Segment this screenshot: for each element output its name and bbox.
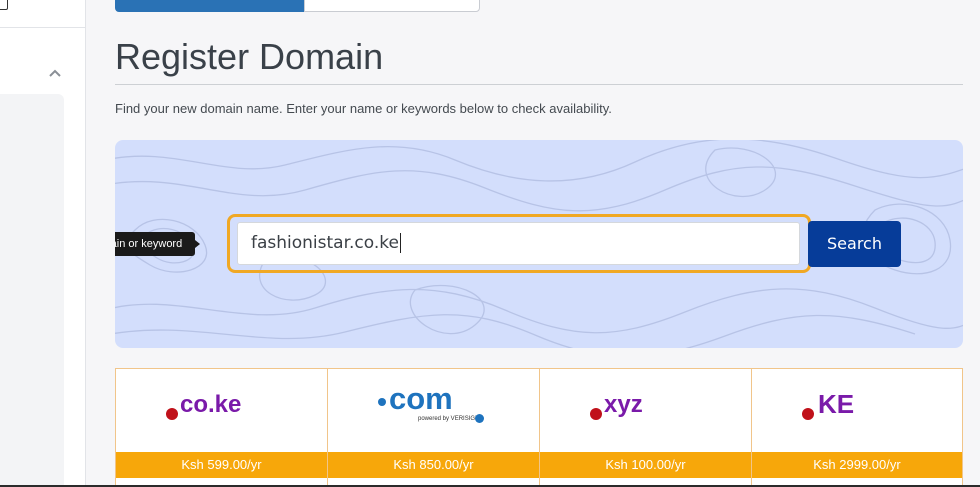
tld-label: co.ke: [180, 391, 242, 418]
domain-search-input[interactable]: fashionistar.co.ke: [237, 222, 800, 265]
tld-price: Ksh 599.00/yr: [116, 452, 327, 478]
tab-active[interactable]: [115, 0, 304, 12]
sidebar: [0, 0, 86, 487]
tld-dot-icon: [590, 408, 602, 420]
tld-dot-icon: [802, 408, 814, 420]
title-divider: [115, 84, 963, 85]
page-title: Register Domain: [115, 36, 384, 77]
tld-label: xyz: [604, 391, 643, 418]
checkbox-icon[interactable]: [0, 0, 8, 10]
tld-list: co.ke Ksh 599.00/yr com powered by VERIS…: [115, 368, 963, 487]
search-tooltip: Enter a domain or keyword: [115, 232, 200, 256]
tld-sublabel: powered by VERISIGN: [418, 416, 480, 422]
tld-label: com: [389, 381, 453, 416]
tab-group: [115, 0, 480, 12]
search-input-value: fashionistar.co.ke: [251, 233, 399, 253]
tld-dot-icon: [166, 408, 178, 420]
tld-dot-icon: [378, 398, 386, 406]
verisign-check-icon: [475, 414, 484, 423]
sidebar-topbar: [0, 0, 85, 28]
chevron-up-icon[interactable]: [48, 66, 62, 80]
main-content: Register Domain Find your new domain nam…: [86, 0, 980, 487]
tld-card-com[interactable]: com powered by VERISIGN Ksh 850.00/yr: [327, 368, 539, 487]
tld-card-xyz[interactable]: xyz Ksh 100.00/yr: [539, 368, 751, 487]
tld-label: KE: [818, 389, 855, 419]
tld-card-coke[interactable]: co.ke Ksh 599.00/yr: [115, 368, 327, 487]
tld-price: Ksh 2999.00/yr: [752, 452, 962, 478]
text-caret: [399, 233, 401, 253]
tld-logo-ke: KE: [752, 369, 962, 452]
search-focus-ring: fashionistar.co.ke: [227, 214, 811, 273]
tld-price: Ksh 850.00/yr: [328, 452, 539, 478]
tld-logo-xyz: xyz: [540, 369, 751, 452]
sidebar-panel: [0, 94, 64, 487]
tld-price: Ksh 100.00/yr: [540, 452, 751, 478]
tld-logo-com: com powered by VERISIGN: [328, 369, 539, 452]
tab-inactive[interactable]: [304, 0, 480, 12]
page-subtitle: Find your new domain name. Enter your na…: [115, 101, 612, 116]
tld-card-ke[interactable]: KE Ksh 2999.00/yr: [751, 368, 963, 487]
search-hero: Enter a domain or keyword fashionistar.c…: [115, 140, 963, 348]
tld-logo-coke: co.ke: [116, 369, 327, 452]
search-button[interactable]: Search: [808, 221, 901, 267]
